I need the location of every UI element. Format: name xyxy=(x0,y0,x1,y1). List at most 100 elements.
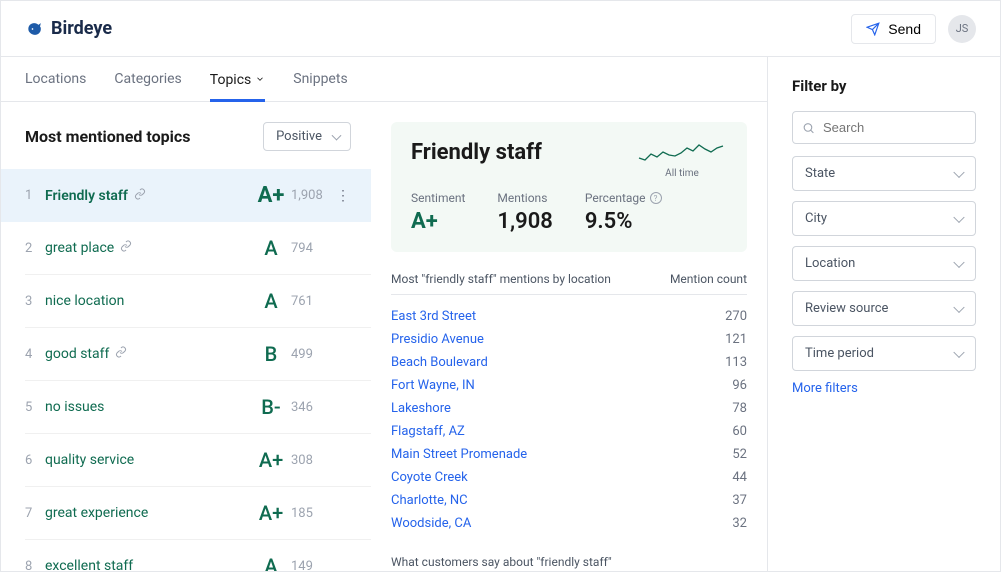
search-icon xyxy=(802,121,815,134)
search-input[interactable] xyxy=(792,111,976,144)
metric-value: 9.5% xyxy=(585,209,662,234)
topic-count: 761 xyxy=(291,294,335,309)
location-link[interactable]: Lakeshore xyxy=(391,401,451,416)
location-row: Beach Boulevard 113 xyxy=(391,351,747,374)
sparkline-wrap: All time xyxy=(637,140,727,179)
birdeye-icon xyxy=(25,19,45,39)
tab-snippets[interactable]: Snippets xyxy=(293,57,347,101)
metric-value: 1,908 xyxy=(497,209,552,234)
filter-select-state[interactable]: State xyxy=(792,156,976,191)
sentiment-filter-select[interactable]: Positive xyxy=(263,122,351,151)
topic-rank: 3 xyxy=(25,294,45,309)
location-link[interactable]: East 3rd Street xyxy=(391,309,476,324)
topic-name: excellent staff xyxy=(45,558,251,571)
location-row: Coyote Creek 44 xyxy=(391,466,747,489)
topic-rank: 4 xyxy=(25,347,45,362)
location-count: 37 xyxy=(732,493,747,508)
topic-name: good staff xyxy=(45,346,251,362)
user-avatar[interactable]: JS xyxy=(948,15,976,43)
location-count: 113 xyxy=(725,355,747,370)
send-button[interactable]: Send xyxy=(851,14,936,44)
locations-section-header: Most "friendly staff" mentions by locati… xyxy=(391,272,747,295)
more-filters-link[interactable]: More filters xyxy=(792,381,976,396)
topic-rank: 6 xyxy=(25,453,45,468)
location-count: 96 xyxy=(732,378,747,393)
topic-grade: A+ xyxy=(251,501,291,525)
topic-row[interactable]: 7great experience A+185 xyxy=(25,487,371,540)
sparkline-label: All time xyxy=(637,168,727,179)
locations-list: East 3rd Street270Presidio Avenue121Beac… xyxy=(391,305,747,535)
topic-count: 346 xyxy=(291,400,335,415)
link-icon xyxy=(115,346,127,362)
help-icon[interactable]: ? xyxy=(650,192,662,204)
topic-grade: A xyxy=(251,289,291,313)
location-link[interactable]: Charlotte, NC xyxy=(391,493,468,508)
topic-rank: 7 xyxy=(25,506,45,521)
topic-rank: 8 xyxy=(25,559,45,572)
location-row: Charlotte, NC 37 xyxy=(391,489,747,512)
location-count: 52 xyxy=(732,447,747,462)
topbar: Birdeye Send JS xyxy=(1,1,1000,57)
location-count: 270 xyxy=(725,309,747,324)
metric-sentiment: Sentiment A+ xyxy=(411,191,465,234)
topic-row[interactable]: 8excellent staff A149 xyxy=(25,540,371,571)
filter-select-city[interactable]: City xyxy=(792,201,976,236)
location-count: 60 xyxy=(732,424,747,439)
topic-count: 1,908 xyxy=(291,188,335,203)
topic-name: quality service xyxy=(45,452,251,468)
location-count: 44 xyxy=(732,470,747,485)
topic-count: 149 xyxy=(291,559,335,572)
send-icon xyxy=(866,22,880,36)
location-link[interactable]: Beach Boulevard xyxy=(391,355,488,370)
topic-count: 499 xyxy=(291,347,335,362)
topic-rank: 2 xyxy=(25,241,45,256)
topic-grade: A xyxy=(251,236,291,260)
topic-row[interactable]: 1Friendly staff A+1,908⋮ xyxy=(1,169,371,222)
tab-categories[interactable]: Categories xyxy=(114,57,181,101)
topic-count: 308 xyxy=(291,453,335,468)
metric-mentions: Mentions 1,908 xyxy=(497,191,552,234)
brand-logo: Birdeye xyxy=(25,18,112,39)
topic-row[interactable]: 3nice location A761 xyxy=(25,275,371,328)
metric-percentage: Percentage ? 9.5% xyxy=(585,191,662,234)
metric-value: A+ xyxy=(411,209,465,234)
filter-select-location[interactable]: Location xyxy=(792,246,976,281)
filter-select-review-source[interactable]: Review source xyxy=(792,291,976,326)
topic-grade: B xyxy=(251,342,291,366)
topic-grade: A+ xyxy=(251,183,291,208)
topic-row[interactable]: 4good staff B499 xyxy=(25,328,371,381)
filter-select-time-period[interactable]: Time period xyxy=(792,336,976,371)
location-link[interactable]: Woodside, CA xyxy=(391,516,471,531)
brand-name: Birdeye xyxy=(51,18,112,39)
location-count: 32 xyxy=(732,516,747,531)
location-link[interactable]: Main Street Promenade xyxy=(391,447,527,462)
location-link[interactable]: Flagstaff, AZ xyxy=(391,424,465,439)
filter-heading: Filter by xyxy=(792,77,976,95)
topic-name: great place xyxy=(45,240,251,256)
location-link[interactable]: Fort Wayne, IN xyxy=(391,378,475,393)
topic-name: nice location xyxy=(45,293,251,309)
location-link[interactable]: Coyote Creek xyxy=(391,470,468,485)
location-row: East 3rd Street 270 xyxy=(391,305,747,328)
more-icon[interactable]: ⋮ xyxy=(335,188,351,204)
topic-rank: 5 xyxy=(25,400,45,415)
topic-grade: B- xyxy=(251,395,291,419)
tab-topics[interactable]: Topics xyxy=(210,57,265,102)
locations-count-label: Mention count xyxy=(670,272,747,286)
location-row: Fort Wayne, IN 96 xyxy=(391,374,747,397)
send-label: Send xyxy=(888,21,921,37)
location-row: Lakeshore78 xyxy=(391,397,747,420)
location-link[interactable]: Presidio Avenue xyxy=(391,332,484,347)
topic-row[interactable]: 6quality service A+308 xyxy=(25,434,371,487)
topic-row[interactable]: 5no issues B-346 xyxy=(25,381,371,434)
chevron-down-icon xyxy=(255,72,265,88)
topic-grade: A xyxy=(251,554,291,571)
location-row: Flagstaff, AZ 60 xyxy=(391,420,747,443)
filter-sidebar: Filter by State City Location Review source… xyxy=(768,57,1000,571)
tab-locations[interactable]: Locations xyxy=(25,57,86,101)
topic-detail-card: Friendly staff All time Sentiment A+ xyxy=(391,122,747,252)
location-row: Presidio Avenue121 xyxy=(391,328,747,351)
link-icon xyxy=(120,240,132,256)
main-tabs: Locations Categories Topics Snippets xyxy=(1,57,767,102)
topic-row[interactable]: 2great place A794 xyxy=(25,222,371,275)
